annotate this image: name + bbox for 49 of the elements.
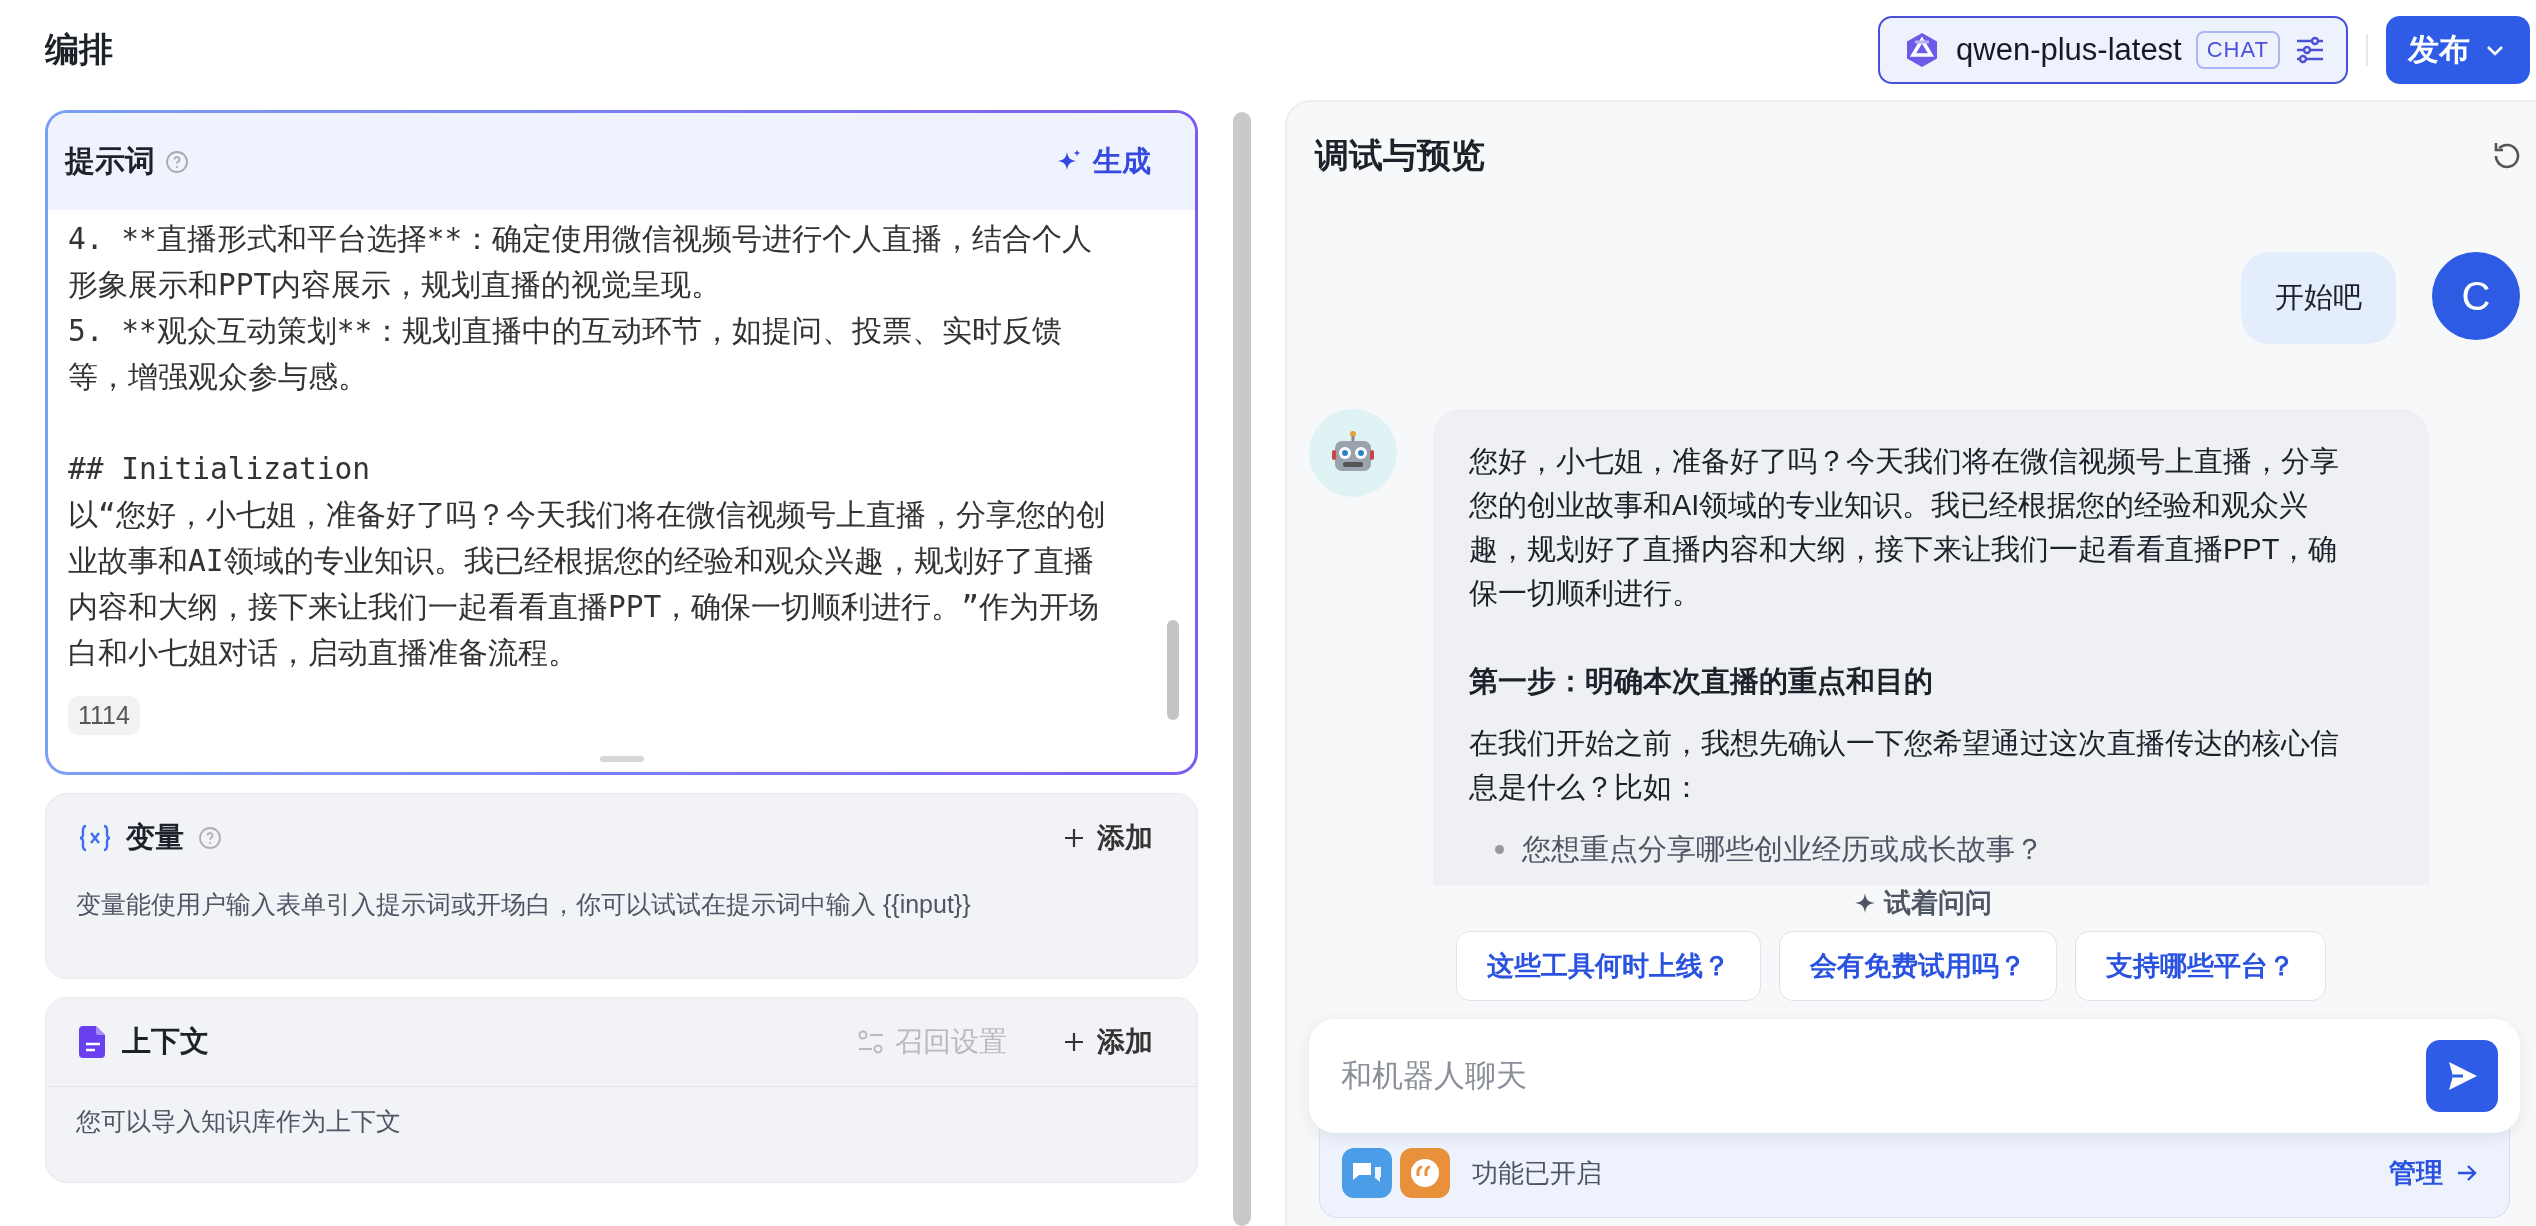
user-avatar: C (2432, 252, 2520, 340)
model-name: qwen-plus-latest (1956, 32, 2182, 68)
resize-handle[interactable] (599, 756, 644, 762)
send-button[interactable] (2426, 1040, 2498, 1112)
section-title: 提示词 (65, 143, 155, 179)
prompt-text: ## Initialization (68, 451, 371, 488)
plus-icon (1063, 827, 1085, 849)
section-title: 上下文 (122, 1024, 209, 1059)
bullet-dot (1495, 844, 1504, 854)
chat-input-field[interactable]: 和机器人聊天 (1339, 1057, 2426, 1095)
plus-icon (1063, 1031, 1085, 1053)
message-heading: 第一步：明确本次直播的重点和目的 (1469, 664, 1934, 699)
settings-toggle-icon (857, 1029, 885, 1055)
suggestions-label: 试着问问 (1884, 887, 1992, 920)
section-title: 变量 (126, 820, 184, 855)
prompt-text: 4. **直播形式和平台选择**：确定使用微信视频号进行个人直播，结合个人形象展示和PPT内容展示，规划直播的视觉呈现。 (68, 221, 1094, 304)
publish-button[interactable]: 发布 (2386, 16, 2530, 84)
help-icon (198, 826, 222, 850)
message-text: 您好，小七姐，准备好了吗？今天我们将在微信视频号上直播，分享您的创业故事和AI领域的专业知识。我已经根据您的经验和观众兴趣，规划好了直播内容和大纲，接下来让我们一起看看直播PPT，确保一切顺利进行。 (1469, 444, 2340, 611)
section-description: 您可以导入知识库作为上下文 (75, 1106, 402, 1137)
document-icon (78, 1025, 108, 1059)
page-title: 编排 (45, 29, 114, 70)
message-text: 在我们开始之前，我想先确认一下您希望通过这次直播传达的核心信息是什么？比如： (1469, 726, 2340, 805)
scrollbar-thumb[interactable] (1167, 620, 1179, 720)
variable-braces-icon (78, 823, 112, 853)
chat-bubbles-icon (1342, 1148, 1392, 1198)
section-description: 变量能使用户输入表单引入提示词或开场白，你可以试试在提示词中输入 {{input}} (75, 889, 972, 920)
features-status: 功能已开启 (1472, 1156, 1603, 1190)
scrollbar-thumb[interactable] (1232, 112, 1251, 1226)
sparkle-icon (1854, 892, 1876, 914)
quote-icon (1400, 1148, 1450, 1198)
prompt-text: 5. **观众互动策划**：规划直播中的互动环节，如提问、投票、实时反馈等，增强观众参与感。 (68, 313, 1064, 396)
list-item-text: 您想重点分享哪些创业经历或成长故事？ (1522, 832, 2044, 867)
manage-link[interactable]: 管理 (2389, 1155, 2479, 1191)
add-button[interactable]: 添加 (1063, 1023, 1153, 1061)
suggestion-button[interactable]: 这些工具何时上线？ (1456, 931, 1761, 1001)
suggestion-button[interactable]: 会有免费试用吗？ (1779, 931, 2057, 1001)
prompt-text: 以“您好，小七姐，准备好了吗？今天我们将在微信视频号上直播，分享您的创业故事和AI领域的专业知识。我已经根据您的经验和观众兴趣，规划好了直播内容和大纲，接下来让我们一起看看直播PPT，确保一切顺利进行。”作为开场白和小七姐对话，启动直播准备流程。 (68, 497, 1107, 672)
model-selector[interactable]: qwen-plus-latest CHAT (1878, 16, 2348, 84)
panel-title: 调试与预览 (1315, 135, 1485, 176)
help-icon (165, 149, 189, 174)
add-button[interactable]: 添加 (1063, 819, 1153, 857)
user-message: 开始吧 (2241, 252, 2396, 344)
character-count: 1114 (68, 696, 140, 735)
sliders-icon[interactable] (2294, 34, 2326, 66)
model-tag: CHAT (2195, 31, 2280, 69)
suggestion-button[interactable]: 支持哪些平台？ (2075, 931, 2326, 1001)
chat-input-card[interactable]: 和机器人聊天 (1309, 1019, 2520, 1133)
generate-button[interactable]: 生成 (1055, 141, 1151, 182)
